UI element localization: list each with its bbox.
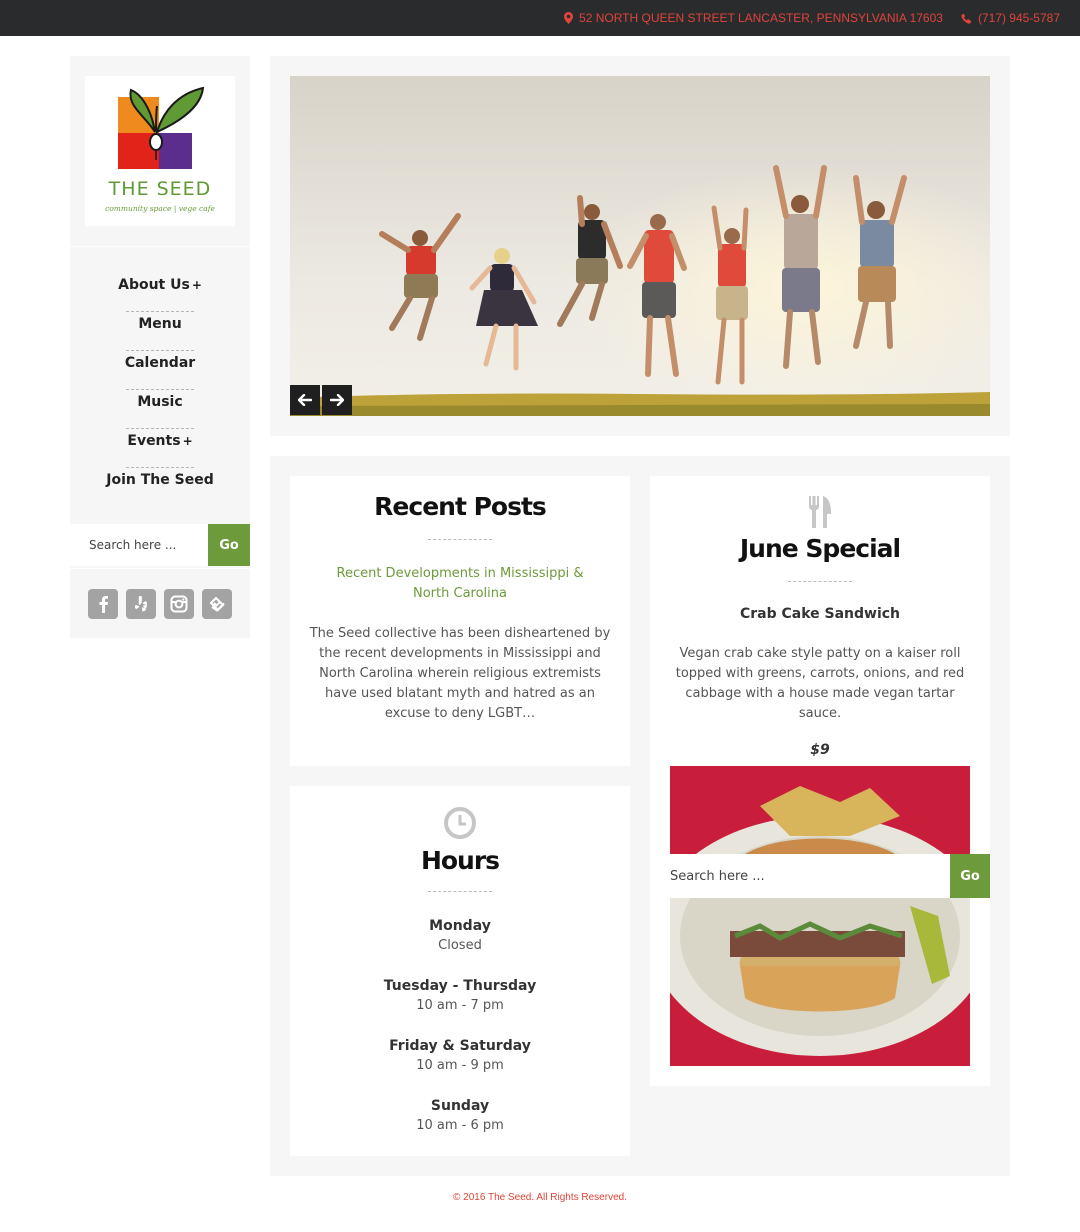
nav-label[interactable]: Calendar: [125, 355, 195, 371]
title-divider: [788, 581, 852, 582]
yelp-icon[interactable]: [126, 589, 156, 619]
special-price: $9: [810, 742, 830, 758]
nav-label[interactable]: Music: [137, 394, 182, 410]
facebook-icon[interactable]: [88, 589, 118, 619]
phone-item[interactable]: (717) 945-5787: [961, 11, 1060, 25]
special-item-name: Crab Cake Sandwich: [739, 606, 901, 622]
phone-text[interactable]: (717) 945-5787: [978, 11, 1060, 25]
clock-icon: [290, 806, 630, 840]
footer-copyright: © 2016 The Seed. All Rights Reserved.: [453, 1192, 627, 1203]
arrow-right-icon: [330, 394, 344, 406]
widget-title: Recent Posts: [374, 492, 547, 521]
main-nav: About Us + Menu Calendar Music Events + Jo…: [70, 266, 250, 500]
svg-text:community space | vege cafe: community space | vege cafe: [105, 204, 215, 213]
svg-text:THE SEED: THE SEED: [108, 178, 212, 200]
nav-divider: [126, 311, 194, 312]
hours-day: Sunday: [430, 1098, 490, 1114]
site-logo[interactable]: THE SEED community space | vege cafe: [85, 76, 235, 226]
hours-day: Tuesday - Thursday: [383, 978, 537, 994]
recent-post-link[interactable]: Recent Developments in Mississippi & Nor…: [290, 564, 630, 604]
hours-time: Closed: [438, 938, 482, 953]
nav-divider: [126, 428, 194, 429]
hours-time: 10 am - 7 pm: [416, 998, 504, 1013]
hours-entry: Friday & Saturday 10 am - 9 pm: [290, 1036, 630, 1076]
sidebar-search-input[interactable]: [70, 524, 208, 566]
map-pin-icon: [564, 12, 574, 24]
nav-label[interactable]: Events: [127, 433, 180, 449]
recent-posts-widget: Recent Posts Recent Developments in Miss…: [290, 476, 630, 766]
special-description: Vegan crab cake style patty on a kaiser …: [675, 646, 965, 721]
slider-prev-button[interactable]: [290, 385, 320, 415]
phone-icon: [961, 12, 972, 24]
widget-title: June Special: [739, 534, 901, 563]
floating-search-form: Go: [650, 854, 990, 898]
submenu-plus-icon[interactable]: +: [183, 434, 193, 448]
special-food-image: [670, 766, 970, 1066]
hours-time: 10 am - 9 pm: [416, 1058, 504, 1073]
nav-divider: [126, 350, 194, 351]
social-links: [88, 589, 232, 619]
submenu-plus-icon[interactable]: +: [192, 278, 202, 292]
hours-day: Friday & Saturday: [389, 1038, 531, 1054]
hours-day: Monday: [429, 918, 491, 934]
contact-info: 52 NORTH QUEEN STREET LANCASTER, PENNSYL…: [564, 0, 1060, 36]
title-divider: [428, 539, 492, 540]
hours-entry: Tuesday - Thursday 10 am - 7 pm: [290, 976, 630, 1016]
address-text: 52 NORTH QUEEN STREET LANCASTER, PENNSYL…: [579, 11, 943, 25]
hours-entry: Sunday 10 am - 6 pm: [290, 1096, 630, 1136]
hero-slider: [270, 56, 1010, 436]
foursquare-icon[interactable]: [202, 589, 232, 619]
top-bar: 52 NORTH QUEEN STREET LANCASTER, PENNSYL…: [0, 0, 1080, 36]
address-item: 52 NORTH QUEEN STREET LANCASTER, PENNSYL…: [564, 11, 943, 25]
slider-next-button[interactable]: [322, 385, 352, 415]
recent-post-excerpt: The Seed collective has been disheartene…: [309, 626, 611, 721]
sidebar: THE SEED community space | vege cafe Abo…: [70, 56, 250, 638]
hours-entry: Monday Closed: [290, 916, 630, 956]
special-widget: June Special Crab Cake Sandwich Vegan cr…: [650, 476, 990, 1086]
hours-time: 10 am - 6 pm: [416, 1118, 504, 1133]
nav-label[interactable]: Menu: [138, 316, 181, 332]
divider: [70, 568, 250, 569]
title-divider: [428, 891, 492, 892]
floating-search-button[interactable]: Go: [950, 854, 990, 898]
nav-item-about-us[interactable]: About Us +: [70, 266, 250, 305]
nav-label[interactable]: Join The Seed: [106, 472, 213, 488]
fork-knife-icon: [650, 496, 990, 528]
widget-title: Hours: [420, 846, 500, 875]
divider: [70, 246, 250, 247]
arrow-left-icon: [298, 394, 312, 406]
nav-divider: [126, 389, 194, 390]
instagram-icon[interactable]: [164, 589, 194, 619]
floating-search-input[interactable]: [650, 854, 950, 898]
hours-widget: Hours Monday Closed Tuesday - Thursday 1…: [290, 786, 630, 1156]
nav-label[interactable]: About Us: [118, 277, 190, 293]
hero-slide-image: [290, 76, 990, 416]
nav-divider: [126, 467, 194, 468]
sidebar-search-button[interactable]: Go: [208, 524, 250, 566]
sidebar-search-form: Go: [70, 524, 250, 566]
